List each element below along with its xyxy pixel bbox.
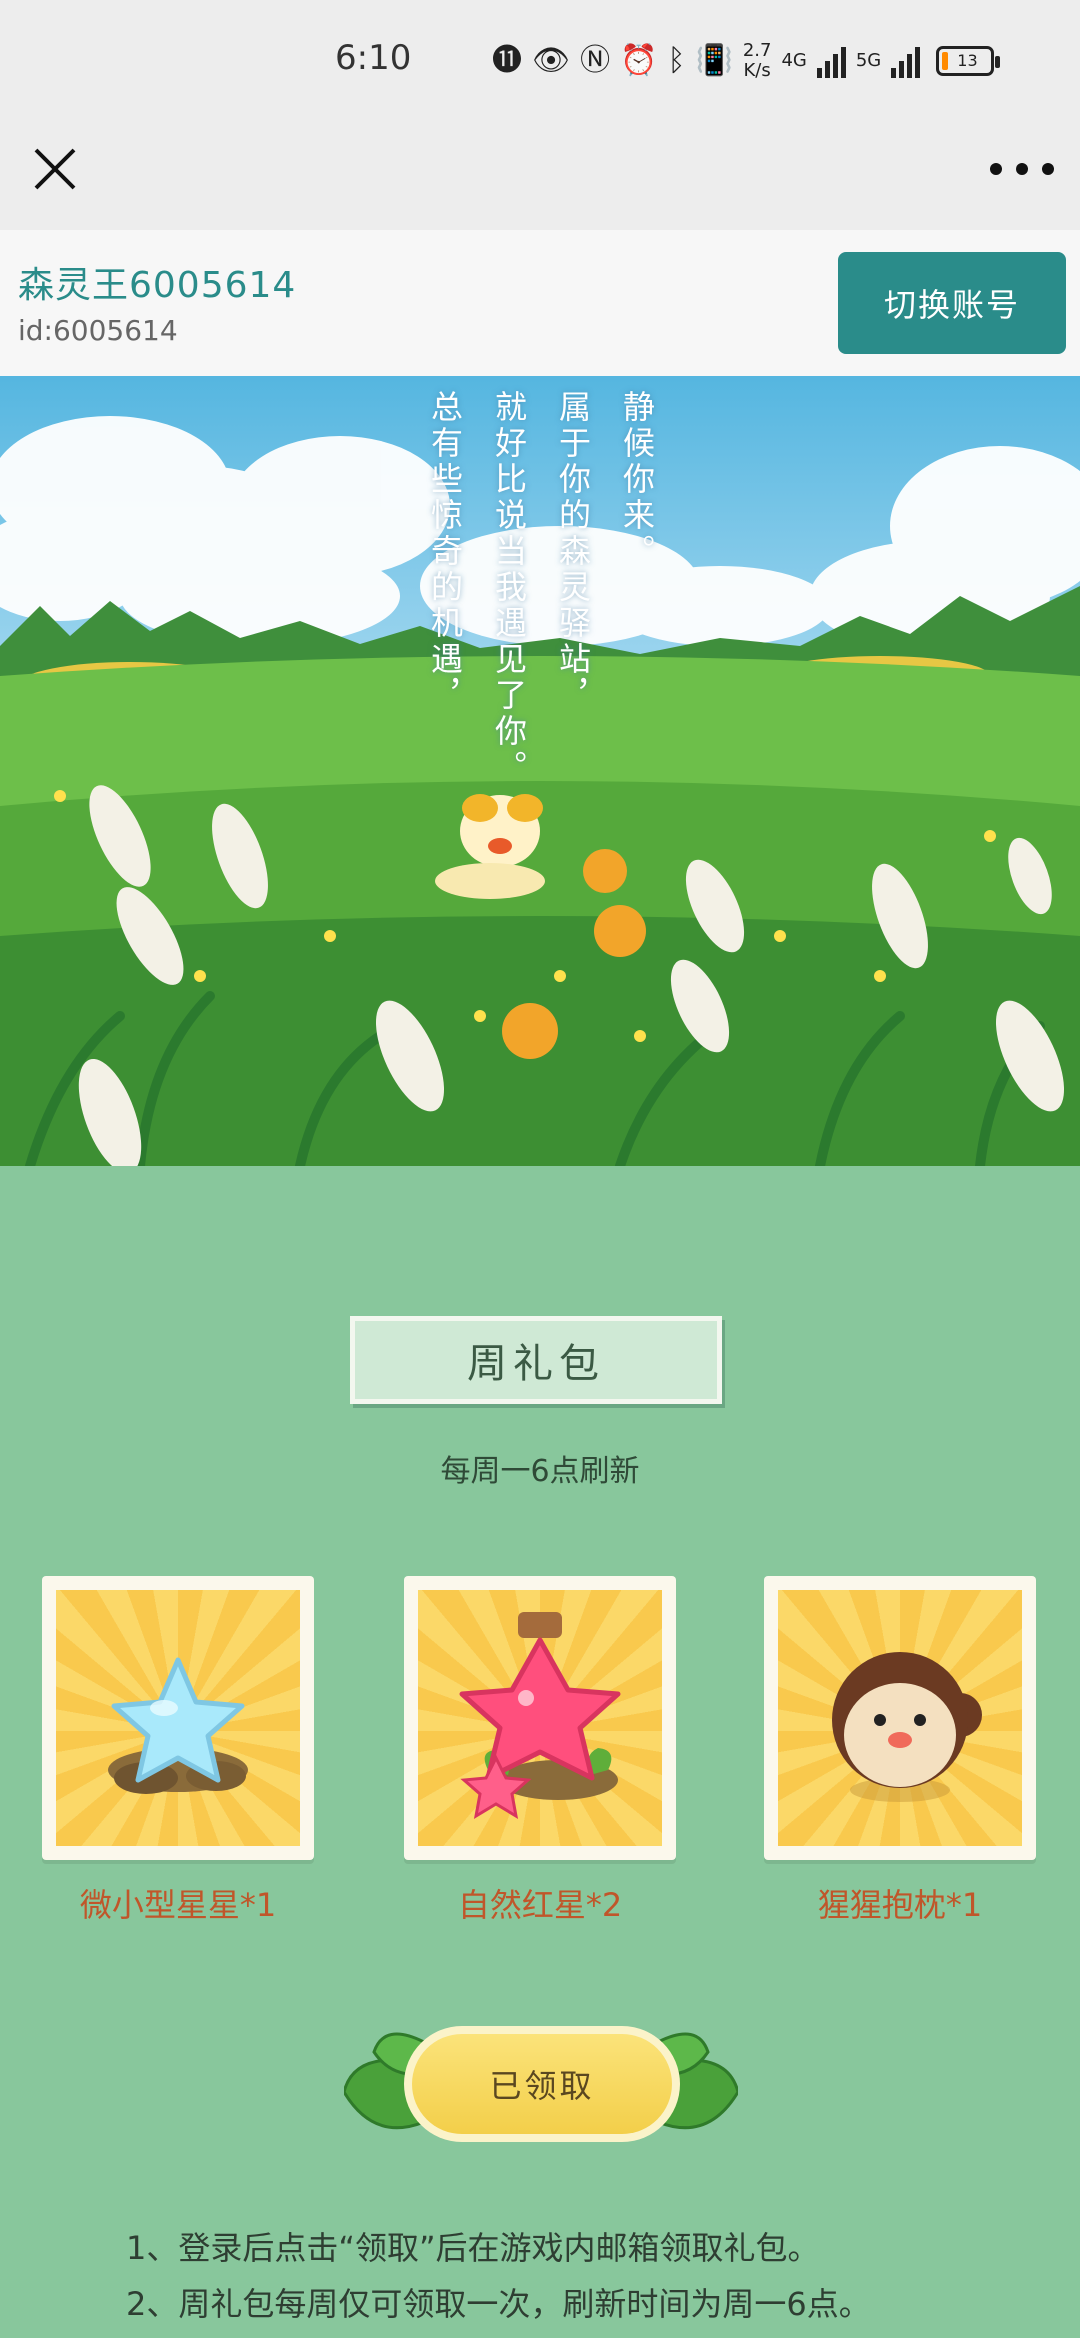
eye-icon: 👁 <box>532 43 571 78</box>
account-name: 森灵王6005614 <box>18 265 297 306</box>
vibrate-icon: 📳 <box>695 43 733 78</box>
status-icons: ⓫ 👁 Ⓝ ⏰ ᛒ 📳 2.7 K/s 4G 5G 13 <box>492 36 1001 86</box>
gift-item-card <box>404 1576 676 1860</box>
gift-item-card <box>764 1576 1036 1860</box>
net-speed-value: 2.7 <box>742 40 772 61</box>
alarm-icon: ⏰ <box>620 43 658 78</box>
poem-text: 静候你来。 属于你的森灵驿站， 就好比说当我遇见了你。 总有些惊奇的机遇， <box>422 390 660 786</box>
gift-title-box: 周礼包 <box>350 1316 722 1404</box>
gift-item-image <box>418 1590 662 1846</box>
signal2-label: 5G <box>855 50 882 71</box>
more-dot-icon <box>1016 163 1028 175</box>
network-speed: 2.7 K/s <box>743 41 772 81</box>
switch-account-button[interactable]: 切换账号 <box>838 252 1066 354</box>
signal2-bars-icon <box>891 44 921 78</box>
signal1-label: 4G <box>781 50 807 71</box>
gift-item-image <box>778 1590 1022 1846</box>
close-icon <box>34 148 76 190</box>
gift-item-label: 微小型星星*1 <box>79 1886 277 1924</box>
nfc-icon: Ⓝ <box>580 43 611 78</box>
gift-title: 周礼包 <box>467 1341 605 1387</box>
battery-fill <box>942 52 949 70</box>
gift-subtitle: 每周一6点刷新 <box>440 1454 640 1489</box>
monkey-pillow-icon <box>832 1652 982 1802</box>
notification-badge-icon: ⓫ <box>492 43 522 78</box>
nav-bar <box>0 120 1080 230</box>
status-time: 6:10 <box>335 38 412 78</box>
battery-level: 13 <box>957 51 978 70</box>
account-id: id:6005614 <box>18 314 178 347</box>
gift-item-label: 猩猩抱枕*1 <box>817 1886 983 1924</box>
rules-list: 1、登录后点击“领取”后在游戏内邮箱领取礼包。 2、周礼包每周仅可领取一次，刷新… <box>126 2220 871 2332</box>
account-row: 森灵王6005614 id:6005614 切换账号 <box>0 230 1080 376</box>
more-dot-icon <box>990 163 1002 175</box>
claim-button-wrap: 已领取 <box>344 2022 738 2148</box>
gift-item-image <box>56 1590 300 1846</box>
net-speed-unit: K/s <box>743 60 771 81</box>
hero-banner: 静候你来。 属于你的森灵驿站， 就好比说当我遇见了你。 总有些惊奇的机遇， <box>0 376 1080 1166</box>
gift-item-label: 自然红星*2 <box>457 1886 623 1924</box>
blue-star-icon <box>108 1657 248 1794</box>
poem-line: 静候你来。 <box>618 390 656 570</box>
claimed-button[interactable]: 已领取 <box>404 2026 680 2142</box>
bluetooth-icon: ᛒ <box>667 43 686 78</box>
signal1-bars-icon <box>816 44 846 78</box>
rule-item: 1、登录后点击“领取”后在游戏内邮箱领取礼包。 <box>126 2229 820 2267</box>
rule-item: 2、周礼包每周仅可领取一次，刷新时间为周一6点。 <box>126 2285 871 2323</box>
battery-icon: 13 <box>936 46 1001 76</box>
poem-line: 就好比说当我遇见了你。 <box>490 390 528 786</box>
gift-item-card <box>42 1576 314 1860</box>
red-star-bottle-icon <box>459 1612 621 1819</box>
more-dot-icon <box>1042 163 1054 175</box>
close-button[interactable] <box>28 142 82 196</box>
status-bar: 6:10 ⓫ 👁 Ⓝ ⏰ ᛒ 📳 2.7 K/s 4G 5G 13 <box>0 0 1080 120</box>
more-options-button[interactable] <box>990 142 1054 196</box>
claimed-button-label: 已领取 <box>412 2034 672 2134</box>
poem-line: 总有些惊奇的机遇， <box>426 390 464 714</box>
poem-line: 属于你的森灵驿站， <box>554 390 592 714</box>
